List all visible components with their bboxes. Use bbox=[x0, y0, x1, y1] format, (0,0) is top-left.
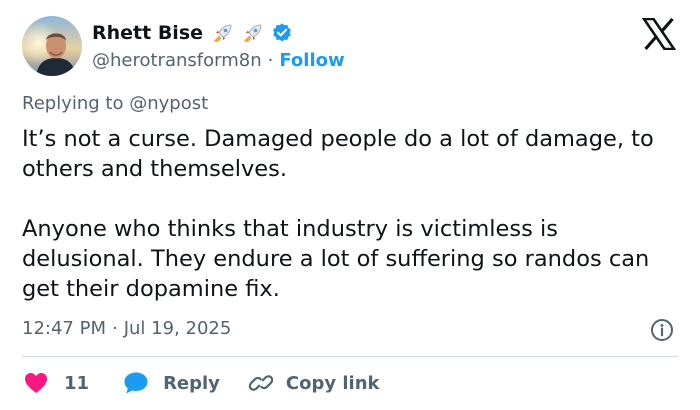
author-name-row: Rhett Bise bbox=[92, 20, 293, 46]
tweet-text: It’s not a curse. Damaged people do a lo… bbox=[22, 124, 662, 304]
copy-link-button[interactable]: Copy link bbox=[248, 371, 380, 395]
follow-button[interactable]: Follow bbox=[279, 50, 344, 71]
tweet-time: 12:47 PM bbox=[22, 318, 106, 339]
author-handle-row: @herotransform8n · Follow bbox=[92, 48, 345, 72]
tweet-paragraph: It’s not a curse. Damaged people do a lo… bbox=[22, 126, 654, 182]
replying-to-line: Replying to @nypost bbox=[22, 93, 208, 114]
reply-button[interactable]: Reply bbox=[123, 371, 220, 395]
speech-bubble-icon bbox=[123, 371, 149, 395]
rocket-icon bbox=[211, 21, 235, 45]
replying-to-mention[interactable]: @nypost bbox=[129, 93, 208, 114]
author-handle[interactable]: @herotransform8n bbox=[92, 50, 262, 71]
like-count: 11 bbox=[64, 372, 90, 394]
avatar-photo bbox=[22, 16, 82, 76]
verified-badge-icon bbox=[271, 22, 293, 44]
x-logo-icon[interactable] bbox=[641, 17, 677, 51]
tweet-date: Jul 19, 2025 bbox=[123, 318, 232, 339]
rocket-icon bbox=[241, 21, 265, 45]
tweet-card: Rhett Bise @herotransform8n · Follow Rep… bbox=[0, 0, 700, 410]
divider bbox=[22, 356, 678, 357]
info-icon[interactable] bbox=[650, 318, 674, 342]
like-button[interactable]: 11 bbox=[24, 372, 89, 394]
action-bar: 11 Reply Copy link bbox=[24, 368, 380, 398]
replying-to-label: Replying to bbox=[22, 93, 124, 114]
author-display-name[interactable]: Rhett Bise bbox=[92, 22, 203, 44]
avatar[interactable] bbox=[22, 16, 82, 76]
separator-dot: · bbox=[267, 49, 274, 71]
heart-icon bbox=[24, 372, 48, 394]
reply-label: Reply bbox=[163, 372, 220, 394]
separator-dot: · bbox=[111, 318, 118, 339]
copy-link-label: Copy link bbox=[285, 372, 380, 394]
tweet-paragraph: Anyone who thinks that industry is victi… bbox=[22, 216, 650, 302]
tweet-timestamp[interactable]: 12:47 PM · Jul 19, 2025 bbox=[22, 318, 231, 339]
link-icon bbox=[248, 371, 274, 395]
